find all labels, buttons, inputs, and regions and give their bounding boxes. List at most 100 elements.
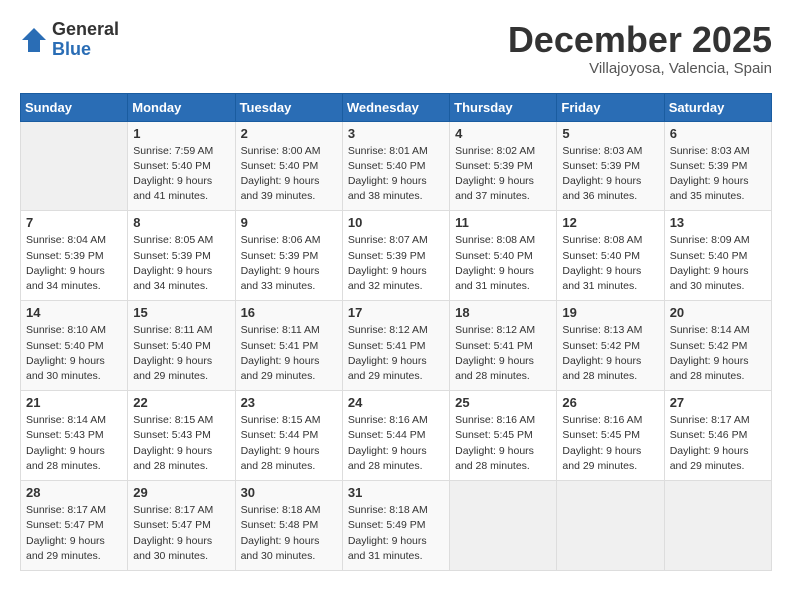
calendar-cell: 2 Sunrise: 8:00 AM Sunset: 5:40 PM Daylig… (235, 121, 342, 211)
day-info: Sunrise: 8:14 AM Sunset: 5:42 PM Dayligh… (670, 323, 766, 384)
calendar-cell: 10 Sunrise: 8:07 AM Sunset: 5:39 PM Dayli… (342, 211, 449, 301)
day-info: Sunrise: 8:15 AM Sunset: 5:44 PM Dayligh… (241, 413, 337, 474)
day-header-tuesday: Tuesday (235, 93, 342, 121)
day-number: 28 (26, 485, 122, 500)
calendar-cell (450, 481, 557, 571)
day-info: Sunrise: 8:03 AM Sunset: 5:39 PM Dayligh… (562, 144, 658, 205)
day-number: 10 (348, 215, 444, 230)
day-number: 14 (26, 305, 122, 320)
calendar-cell: 26 Sunrise: 8:16 AM Sunset: 5:45 PM Dayli… (557, 391, 664, 481)
day-info: Sunrise: 8:07 AM Sunset: 5:39 PM Dayligh… (348, 233, 444, 294)
calendar-cell (21, 121, 128, 211)
calendar-cell: 18 Sunrise: 8:12 AM Sunset: 5:41 PM Dayli… (450, 301, 557, 391)
day-info: Sunrise: 8:12 AM Sunset: 5:41 PM Dayligh… (348, 323, 444, 384)
day-info: Sunrise: 8:11 AM Sunset: 5:40 PM Dayligh… (133, 323, 229, 384)
day-info: Sunrise: 8:13 AM Sunset: 5:42 PM Dayligh… (562, 323, 658, 384)
calendar-cell: 22Sunrise: 8:15 AM Sunset: 5:43 PM Dayli… (128, 391, 235, 481)
day-number: 26 (562, 395, 658, 410)
day-info: Sunrise: 8:16 AM Sunset: 5:45 PM Dayligh… (562, 413, 658, 474)
calendar-cell: 27 Sunrise: 8:17 AM Sunset: 5:46 PM Dayli… (664, 391, 771, 481)
calendar-cell: 5 Sunrise: 8:03 AM Sunset: 5:39 PM Daylig… (557, 121, 664, 211)
day-header-sunday: Sunday (21, 93, 128, 121)
calendar-cell: 17 Sunrise: 8:12 AM Sunset: 5:41 PM Dayli… (342, 301, 449, 391)
day-info: Sunrise: 8:14 AM Sunset: 5:43 PM Dayligh… (26, 413, 122, 474)
calendar-cell: 1 Sunrise: 7:59 AM Sunset: 5:40 PM Daylig… (128, 121, 235, 211)
calendar-week-4: 28 Sunrise: 8:17 AM Sunset: 5:47 PM Dayli… (21, 481, 772, 571)
day-number: 9 (241, 215, 337, 230)
day-info: Sunrise: 8:12 AM Sunset: 5:41 PM Dayligh… (455, 323, 551, 384)
day-header-saturday: Saturday (664, 93, 771, 121)
day-number: 16 (241, 305, 337, 320)
day-number: 3 (348, 126, 444, 141)
calendar-cell: 28 Sunrise: 8:17 AM Sunset: 5:47 PM Dayli… (21, 481, 128, 571)
calendar-cell: 21 Sunrise: 8:14 AM Sunset: 5:43 PM Dayli… (21, 391, 128, 481)
day-number: 13 (670, 215, 766, 230)
day-number: 18 (455, 305, 551, 320)
day-number: 12 (562, 215, 658, 230)
day-number: 5 (562, 126, 658, 141)
calendar-cell: 14 Sunrise: 8:10 AM Sunset: 5:40 PM Dayli… (21, 301, 128, 391)
day-number: 2 (241, 126, 337, 141)
day-info: Sunrise: 8:09 AM Sunset: 5:40 PM Dayligh… (670, 233, 766, 294)
day-number: 17 (348, 305, 444, 320)
calendar-week-1: 7 Sunrise: 8:04 AM Sunset: 5:39 PM Daylig… (21, 211, 772, 301)
calendar-cell: 9 Sunrise: 8:06 AM Sunset: 5:39 PM Daylig… (235, 211, 342, 301)
day-info: Sunrise: 8:17 AM Sunset: 5:47 PM Dayligh… (133, 503, 229, 564)
calendar-cell: 13 Sunrise: 8:09 AM Sunset: 5:40 PM Dayli… (664, 211, 771, 301)
day-number: 11 (455, 215, 551, 230)
calendar-header-row: SundayMondayTuesdayWednesdayThursdayFrid… (21, 93, 772, 121)
location-subtitle: Villajoyosa, Valencia, Spain (508, 60, 772, 77)
title-block: December 2025 Villajoyosa, Valencia, Spa… (508, 20, 772, 77)
day-number: 1 (133, 126, 229, 141)
day-number: 4 (455, 126, 551, 141)
day-info: Sunrise: 8:05 AM Sunset: 5:39 PM Dayligh… (133, 233, 229, 294)
day-number: 20 (670, 305, 766, 320)
calendar-week-2: 14 Sunrise: 8:10 AM Sunset: 5:40 PM Dayli… (21, 301, 772, 391)
calendar-cell (664, 481, 771, 571)
calendar-cell: 7 Sunrise: 8:04 AM Sunset: 5:39 PM Daylig… (21, 211, 128, 301)
day-info: Sunrise: 8:00 AM Sunset: 5:40 PM Dayligh… (241, 144, 337, 205)
day-info: Sunrise: 8:11 AM Sunset: 5:41 PM Dayligh… (241, 323, 337, 384)
day-number: 21 (26, 395, 122, 410)
day-number: 27 (670, 395, 766, 410)
day-number: 23 (241, 395, 337, 410)
day-info: Sunrise: 8:04 AM Sunset: 5:39 PM Dayligh… (26, 233, 122, 294)
day-info: Sunrise: 8:15 AM Sunset: 5:43 PM Dayligh… (133, 413, 229, 474)
day-info: Sunrise: 8:17 AM Sunset: 5:46 PM Dayligh… (670, 413, 766, 474)
day-header-friday: Friday (557, 93, 664, 121)
day-number: 7 (26, 215, 122, 230)
day-info: Sunrise: 8:17 AM Sunset: 5:47 PM Dayligh… (26, 503, 122, 564)
calendar-cell: 20 Sunrise: 8:14 AM Sunset: 5:42 PM Dayli… (664, 301, 771, 391)
day-number: 25 (455, 395, 551, 410)
day-info: Sunrise: 8:02 AM Sunset: 5:39 PM Dayligh… (455, 144, 551, 205)
logo-icon (20, 26, 48, 54)
day-info: Sunrise: 8:03 AM Sunset: 5:39 PM Dayligh… (670, 144, 766, 205)
day-info: Sunrise: 8:18 AM Sunset: 5:48 PM Dayligh… (241, 503, 337, 564)
calendar-cell: 3 Sunrise: 8:01 AM Sunset: 5:40 PM Daylig… (342, 121, 449, 211)
calendar-cell: 4 Sunrise: 8:02 AM Sunset: 5:39 PM Daylig… (450, 121, 557, 211)
day-info: Sunrise: 8:08 AM Sunset: 5:40 PM Dayligh… (455, 233, 551, 294)
day-header-monday: Monday (128, 93, 235, 121)
calendar-cell: 11 Sunrise: 8:08 AM Sunset: 5:40 PM Dayli… (450, 211, 557, 301)
day-info: Sunrise: 8:10 AM Sunset: 5:40 PM Dayligh… (26, 323, 122, 384)
day-info: Sunrise: 8:01 AM Sunset: 5:40 PM Dayligh… (348, 144, 444, 205)
day-info: Sunrise: 8:16 AM Sunset: 5:44 PM Dayligh… (348, 413, 444, 474)
logo: General Blue (20, 20, 119, 60)
calendar-cell: 31Sunrise: 8:18 AM Sunset: 5:49 PM Dayli… (342, 481, 449, 571)
day-number: 15 (133, 305, 229, 320)
calendar-cell: 8Sunrise: 8:05 AM Sunset: 5:39 PM Daylig… (128, 211, 235, 301)
calendar-week-0: 1 Sunrise: 7:59 AM Sunset: 5:40 PM Daylig… (21, 121, 772, 211)
day-number: 6 (670, 126, 766, 141)
calendar-cell: 25Sunrise: 8:16 AM Sunset: 5:45 PM Dayli… (450, 391, 557, 481)
page-header: General Blue December 2025 Villajoyosa, … (20, 20, 772, 77)
day-info: Sunrise: 8:06 AM Sunset: 5:39 PM Dayligh… (241, 233, 337, 294)
day-info: Sunrise: 8:08 AM Sunset: 5:40 PM Dayligh… (562, 233, 658, 294)
day-number: 30 (241, 485, 337, 500)
month-title: December 2025 (508, 20, 772, 60)
calendar-cell: 15 Sunrise: 8:11 AM Sunset: 5:40 PM Dayli… (128, 301, 235, 391)
day-header-wednesday: Wednesday (342, 93, 449, 121)
logo-text: General Blue (52, 20, 119, 60)
calendar-cell: 6 Sunrise: 8:03 AM Sunset: 5:39 PM Daylig… (664, 121, 771, 211)
calendar-cell: 16 Sunrise: 8:11 AM Sunset: 5:41 PM Dayli… (235, 301, 342, 391)
day-info: Sunrise: 7:59 AM Sunset: 5:40 PM Dayligh… (133, 144, 229, 205)
